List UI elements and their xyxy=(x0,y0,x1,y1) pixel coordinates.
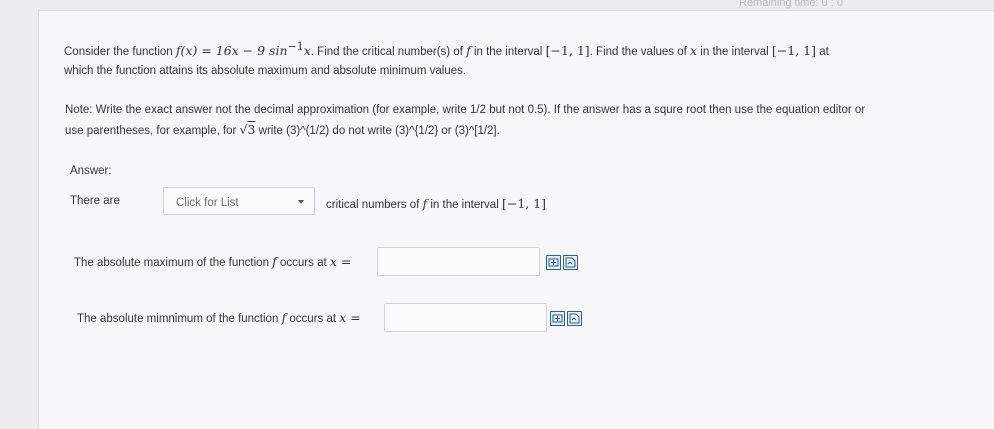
answer-label: Answer: xyxy=(70,165,112,177)
critical-numbers-label: critical numbers of f in the interval [−… xyxy=(326,196,547,211)
absolute-max-label: The absolute maximum of the function f o… xyxy=(74,254,352,269)
sqrt-example: √3 xyxy=(239,122,256,137)
absolute-max-input[interactable] xyxy=(377,247,540,276)
note-line-2: use parentheses, for example, for √3 wri… xyxy=(65,122,500,137)
min-equation-tools xyxy=(550,311,582,326)
note-text: Note: Write the exact answer not the dec… xyxy=(65,101,965,141)
critical-count-select[interactable]: Click for List xyxy=(163,187,315,215)
faded-header-text: Remaining time: 0 : 0 xyxy=(739,0,843,9)
equation-editor-icon[interactable] xyxy=(546,255,561,270)
question-line-2: which the function attains its absolute … xyxy=(64,65,467,78)
question-panel: Remaining time: 0 : 0 Consider the funct… xyxy=(38,0,994,429)
absolute-min-input[interactable] xyxy=(384,303,547,332)
select-value: Click for List xyxy=(176,197,239,209)
function-expression: f(x) = 16x − 9 sin−1x xyxy=(175,40,311,59)
question-text: Consider the function f(x) = 16x − 9 sin… xyxy=(64,37,964,81)
preview-icon[interactable] xyxy=(567,311,582,326)
note-line-1: Note: Write the exact answer not the dec… xyxy=(65,104,866,116)
chevron-down-icon xyxy=(298,200,304,204)
question-line-1: Consider the function f(x) = 16x − 9 sin… xyxy=(64,40,829,59)
max-equation-tools xyxy=(546,255,578,270)
preview-icon[interactable] xyxy=(563,255,578,270)
absolute-min-row: The absolute mimnimum of the function f … xyxy=(77,303,637,335)
absolute-max-row: The absolute maximum of the function f o… xyxy=(74,247,634,279)
absolute-min-label: The absolute mimnimum of the function f … xyxy=(77,310,361,325)
equation-editor-icon[interactable] xyxy=(550,311,565,326)
there-are-label: There are xyxy=(70,195,120,207)
